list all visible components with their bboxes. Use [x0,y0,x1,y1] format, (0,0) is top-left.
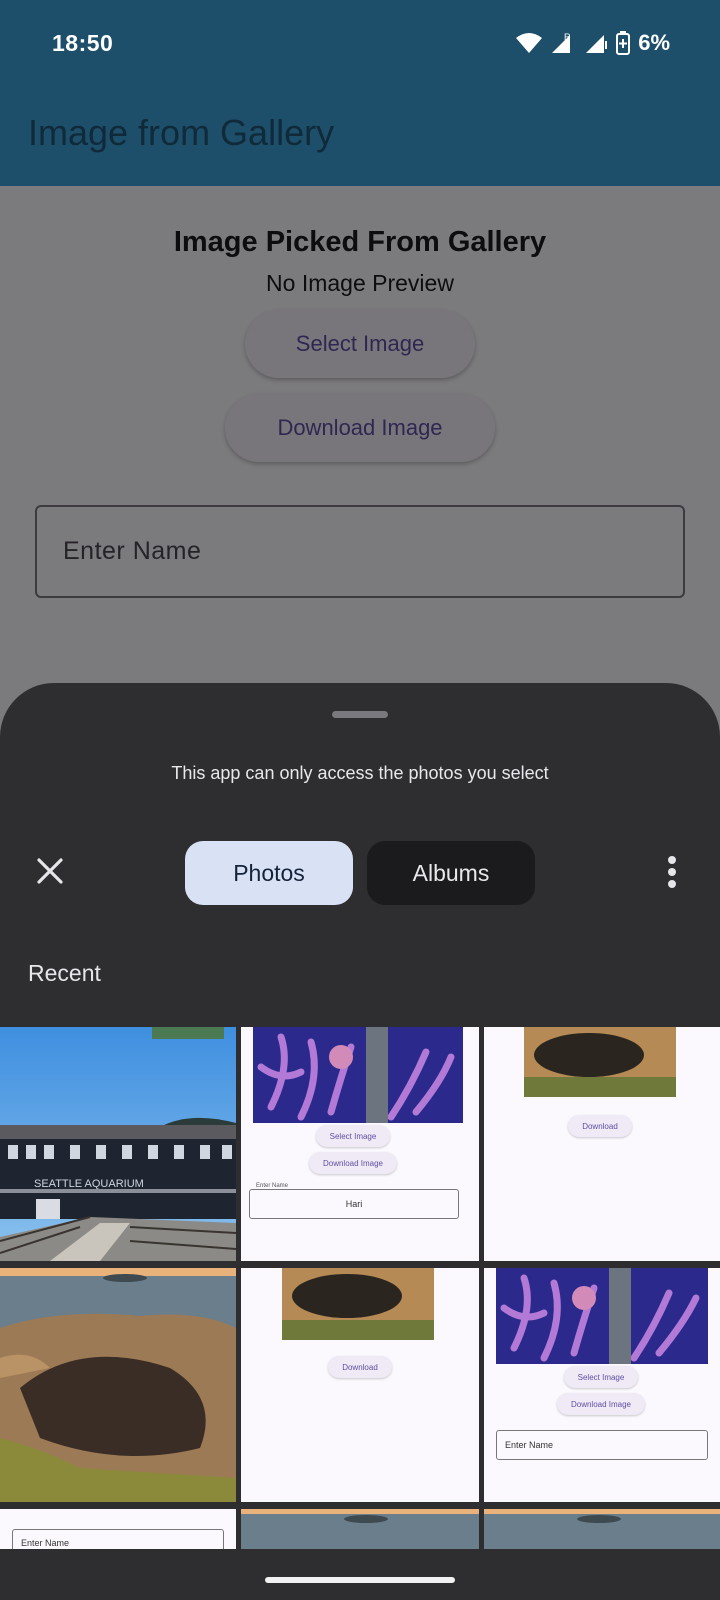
coast-photo [0,1268,236,1502]
modal-scrim[interactable] [0,186,720,746]
roaming-label: R [564,32,571,42]
battery-icon [616,31,631,55]
photo-thumbnail[interactable] [241,1509,479,1549]
mini-download-button: Download [328,1356,392,1378]
aquarium-sign: SEATTLE AQUARIUM [34,1178,144,1190]
rock-image [282,1268,434,1340]
photo-grid: SEATTLE AQUARIUM Select Image Download I… [0,1027,720,1549]
mini-select-button: Select Image [564,1366,638,1388]
coral-image [496,1268,708,1364]
screenshot-thumbnail[interactable]: Select Image Download Image Hari Enter N… [241,1027,479,1261]
mini-download-button: Download Image [309,1152,397,1174]
tab-albums[interactable]: Albums [367,841,535,905]
app-title: Image from Gallery [28,112,335,153]
mini-select-button: Select Image [316,1125,390,1147]
home-gesture-handle[interactable] [265,1577,455,1583]
mini-download-button: Download [568,1115,632,1137]
mini-name-field: Enter Name [496,1430,708,1460]
app-bar: 18:50 R 6% Image from Gallery [0,0,720,186]
battery-percent: 6% [638,30,670,55]
drag-handle[interactable] [332,711,388,718]
screen: 18:50 R 6% Image from Gallery Image Pick… [0,0,720,1600]
status-bar: 18:50 R 6% [0,0,720,90]
rock-image [524,1027,676,1097]
screenshot-thumbnail[interactable]: Download [241,1268,479,1502]
close-icon[interactable] [32,853,68,889]
screenshot-thumbnail[interactable]: Enter Name [0,1509,236,1549]
tab-photos[interactable]: Photos [185,841,353,905]
mini-download-button: Download Image [557,1393,645,1415]
photo-thumbnail[interactable] [484,1509,720,1549]
screenshot-thumbnail[interactable]: Download [484,1027,720,1261]
mini-name-field: Enter Name [12,1529,224,1549]
wifi-icon [516,33,543,53]
photo-thumbnail[interactable] [0,1268,236,1502]
signal-roaming-icon: R [552,32,571,53]
screenshot-thumbnail[interactable]: Select Image Download Image Enter Name [484,1268,720,1502]
photo-picker-sheet: This app can only access the photos you … [0,683,720,1600]
aquarium-photo: SEATTLE AQUARIUM [0,1027,236,1261]
ocean-photo [484,1509,720,1549]
status-icons: R 6% [516,30,670,56]
mini-field-label: Enter Name [254,1183,291,1189]
mini-name-field: Hari [249,1189,459,1219]
section-recent: Recent [28,960,101,986]
access-message: This app can only access the photos you … [171,763,549,783]
coral-image [253,1027,463,1123]
signal-icon [586,35,608,53]
photo-thumbnail[interactable]: SEATTLE AQUARIUM [0,1027,236,1261]
more-options-icon[interactable] [666,855,678,889]
ocean-photo [241,1509,479,1549]
status-time: 18:50 [52,30,114,56]
